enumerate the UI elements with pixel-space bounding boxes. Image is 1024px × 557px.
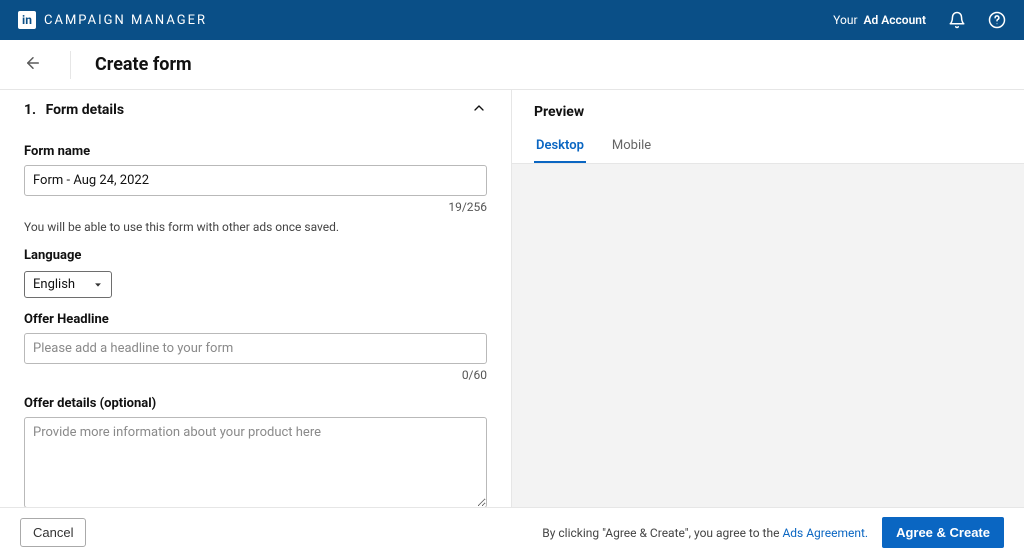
cancel-button[interactable]: Cancel [20,518,86,547]
brand-title: CAMPAIGN MANAGER [44,13,207,28]
form-name-input[interactable] [24,165,487,196]
agreement-text: By clicking "Agree & Create", you agree … [542,526,868,540]
help-icon[interactable] [988,11,1006,29]
preview-pane: Preview Desktop Mobile [512,90,1024,507]
offer-headline-label: Offer Headline [24,312,487,327]
account-switcher[interactable]: Your Ad Account [833,13,926,27]
preview-title: Preview [534,104,1002,120]
account-prefix: Your [833,13,857,27]
ads-agreement-link[interactable]: Ads Agreement. [782,526,868,540]
offer-details-label: Offer details (optional) [24,396,487,411]
tab-desktop[interactable]: Desktop [534,130,586,163]
section-number: 1. [24,102,36,118]
chevron-up-icon [471,100,487,120]
form-name-counter: 19/256 [24,200,487,214]
language-label: Language [24,248,487,263]
topbar: in CAMPAIGN MANAGER Your Ad Account [0,0,1024,40]
subheader: Create form [0,40,1024,90]
preview-tabs: Desktop Mobile [534,130,1002,163]
divider [70,51,71,79]
arrow-left-icon [24,54,42,72]
page-title: Create form [95,54,192,75]
agree-create-button[interactable]: Agree & Create [882,517,1004,548]
tab-mobile[interactable]: Mobile [610,130,653,163]
offer-headline-counter: 0/60 [24,368,487,382]
agreement-text-label: By clicking "Agree & Create", you agree … [542,526,782,540]
language-select[interactable]: English [24,271,112,298]
bell-icon[interactable] [948,11,966,29]
preview-canvas [512,164,1024,507]
footer: Cancel By clicking "Agree & Create", you… [0,507,1024,557]
form-pane: 1. Form details Form name 19/256 You wil… [0,90,512,507]
section-header-form-details[interactable]: 1. Form details [24,90,487,130]
caret-down-icon [93,280,103,290]
offer-details-textarea[interactable] [24,417,487,507]
language-value: English [33,277,75,292]
section-title: Form details [46,102,124,118]
offer-headline-input[interactable] [24,333,487,364]
form-name-hint: You will be able to use this form with o… [24,220,487,234]
form-name-label: Form name [24,144,487,159]
back-button[interactable] [20,50,46,79]
account-label: Ad Account [864,13,927,27]
linkedin-logo-text: in [22,13,32,27]
linkedin-logo: in [18,11,36,29]
